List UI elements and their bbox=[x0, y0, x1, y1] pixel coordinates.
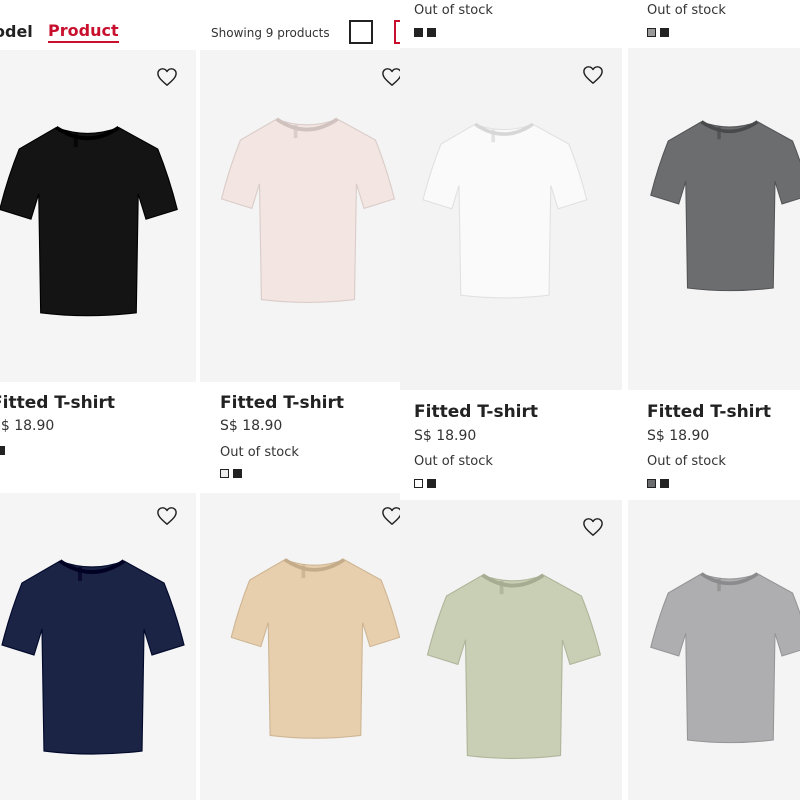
color-swatches bbox=[220, 469, 242, 478]
tshirt-icon bbox=[230, 558, 400, 739]
product-name[interactable]: Fitted T-shirt bbox=[220, 393, 344, 413]
color-swatches bbox=[647, 28, 669, 37]
stock-status: Out of stock bbox=[220, 445, 299, 460]
color-swatch[interactable] bbox=[0, 446, 5, 455]
heart-icon[interactable] bbox=[582, 517, 606, 539]
tshirt-icon bbox=[220, 117, 396, 304]
color-swatches bbox=[414, 479, 436, 488]
color-swatch[interactable] bbox=[427, 28, 436, 37]
product-image[interactable] bbox=[200, 50, 400, 382]
color-swatch[interactable] bbox=[233, 469, 242, 478]
product-card[interactable]: Fitted T-shirt S$ 18.90 bbox=[0, 50, 196, 470]
color-swatch[interactable] bbox=[647, 28, 656, 37]
tshirt-icon bbox=[0, 125, 178, 317]
product-card[interactable] bbox=[628, 500, 800, 800]
model-filter-tab[interactable]: odel bbox=[0, 22, 33, 41]
product-name[interactable]: Fitted T-shirt bbox=[414, 402, 538, 422]
product-image[interactable] bbox=[628, 500, 800, 800]
stock-status: Out of stock bbox=[414, 454, 493, 469]
tshirt-icon bbox=[1, 559, 185, 755]
color-swatch[interactable] bbox=[660, 28, 669, 37]
product-image[interactable] bbox=[400, 500, 622, 800]
tshirt-icon bbox=[422, 122, 588, 299]
product-price: S$ 18.90 bbox=[220, 418, 283, 434]
previous-row-details: Out of stock Out of stock bbox=[400, 0, 800, 46]
product-card[interactable]: Fitted T-shirt S$ 18.90 Out of stock bbox=[400, 48, 622, 498]
product-image[interactable] bbox=[0, 50, 196, 382]
color-swatches bbox=[647, 479, 669, 488]
tshirt-icon bbox=[650, 572, 800, 744]
product-image[interactable] bbox=[628, 48, 800, 390]
color-swatch[interactable] bbox=[220, 469, 229, 478]
product-card[interactable]: Fitted T-shirt S$ 18.90 Out of stock bbox=[628, 48, 800, 498]
color-swatch[interactable] bbox=[414, 479, 423, 488]
product-name[interactable]: Fitted T-shirt bbox=[0, 393, 115, 413]
product-image[interactable] bbox=[200, 493, 400, 800]
grid-view-toggle-square-icon[interactable] bbox=[349, 20, 373, 44]
product-image[interactable] bbox=[0, 493, 196, 800]
color-swatches bbox=[0, 446, 5, 455]
product-image[interactable] bbox=[400, 48, 622, 390]
heart-icon[interactable] bbox=[381, 506, 400, 528]
color-swatches bbox=[414, 28, 436, 37]
product-card[interactable]: Fitted T-shirt S$ 18.90 Out of stock bbox=[200, 50, 400, 480]
heart-icon[interactable] bbox=[156, 506, 180, 528]
stock-status: Out of stock bbox=[414, 3, 493, 18]
heart-icon[interactable] bbox=[582, 65, 606, 87]
listing-toolbar: odel Product Showing 9 products bbox=[0, 0, 400, 50]
product-price: S$ 18.90 bbox=[0, 418, 55, 434]
color-swatch[interactable] bbox=[427, 479, 436, 488]
stock-status: Out of stock bbox=[647, 454, 726, 469]
color-swatch[interactable] bbox=[660, 479, 669, 488]
product-card[interactable] bbox=[200, 493, 400, 800]
product-count: Showing 9 products bbox=[211, 26, 330, 40]
product-card[interactable] bbox=[0, 493, 196, 800]
product-card[interactable] bbox=[400, 500, 622, 800]
product-price: S$ 18.90 bbox=[647, 428, 710, 444]
stock-status: Out of stock bbox=[647, 3, 726, 18]
heart-icon[interactable] bbox=[381, 67, 400, 89]
color-swatch[interactable] bbox=[647, 479, 656, 488]
color-swatch[interactable] bbox=[414, 28, 423, 37]
product-filter-tab[interactable]: Product bbox=[48, 22, 119, 43]
product-price: S$ 18.90 bbox=[414, 428, 477, 444]
tshirt-icon bbox=[650, 120, 800, 292]
tshirt-icon bbox=[426, 573, 602, 760]
heart-icon[interactable] bbox=[156, 67, 180, 89]
product-name[interactable]: Fitted T-shirt bbox=[647, 402, 771, 422]
product-grid-right: Out of stock Out of stock Fitted T-shirt… bbox=[400, 0, 800, 800]
product-grid-left: odel Product Showing 9 products Fitted T… bbox=[0, 0, 400, 800]
